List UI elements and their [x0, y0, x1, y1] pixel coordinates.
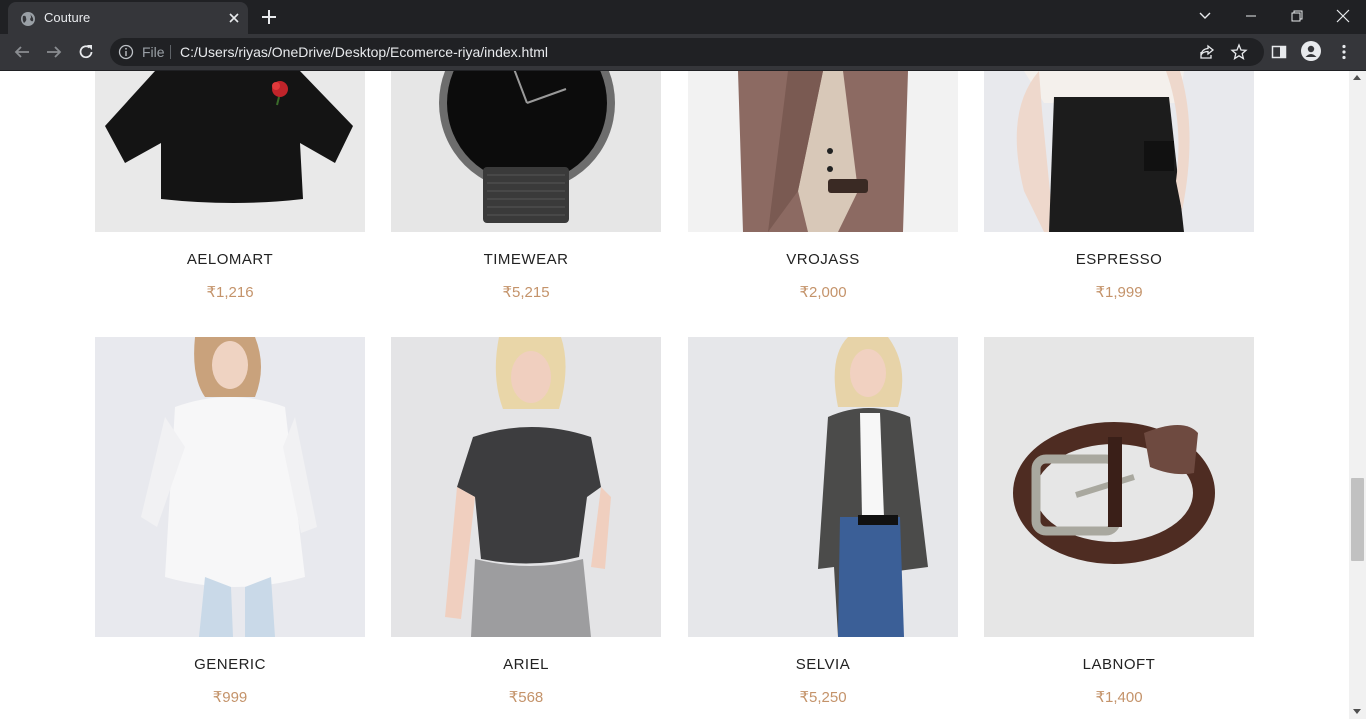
side-panel-button[interactable] [1269, 42, 1289, 62]
restore-button[interactable] [1274, 0, 1320, 32]
product-name[interactable]: VROJASS [688, 251, 958, 268]
product-price: ₹1,999 [1095, 284, 1143, 301]
product-image[interactable] [95, 337, 365, 637]
product-price: ₹568 [508, 689, 544, 706]
globe-icon [21, 12, 35, 26]
minimize-icon [1246, 15, 1256, 17]
kebab-menu-icon [1342, 44, 1346, 60]
black-tshirt-rose-image [95, 71, 365, 232]
product-price: ₹5,215 [502, 284, 550, 301]
close-window-button[interactable] [1320, 0, 1366, 32]
mesh-watch-image [391, 71, 661, 232]
grey-tee-model-image [391, 337, 661, 637]
product-image[interactable] [391, 337, 661, 637]
page-viewport: AELOMART ₹1,216 TIMEWEAR ₹5,215 VROJASS … [0, 71, 1349, 719]
product-image[interactable] [984, 71, 1254, 232]
product-price: ₹5,250 [799, 689, 847, 706]
product-price: ₹1,400 [1095, 689, 1143, 706]
info-icon[interactable] [118, 44, 134, 60]
white-shirt-model-image [95, 337, 365, 637]
product-name[interactable]: LABNOFT [984, 656, 1254, 673]
product-name[interactable]: ARIEL [391, 656, 661, 673]
browser-titlebar: Couture [0, 0, 1366, 34]
avatar-icon [1301, 41, 1321, 61]
product-name[interactable]: AELOMART [95, 251, 365, 268]
product-image[interactable] [984, 337, 1254, 637]
arrow-left-icon [14, 46, 29, 58]
check-blazer-model-image [688, 337, 958, 637]
chevron-down-icon [1199, 12, 1211, 19]
mauve-suit-image [688, 71, 958, 232]
product-name[interactable]: SELVIA [688, 656, 958, 673]
product-price: ₹2,000 [799, 284, 847, 301]
arrow-right-icon [47, 46, 62, 58]
minimize-button[interactable] [1228, 0, 1274, 32]
restore-icon [1291, 10, 1303, 22]
browser-toolbar: File C:/Users/riyas/OneDrive/Desktop/Eco… [0, 34, 1366, 71]
address-bar[interactable]: File C:/Users/riyas/OneDrive/Desktop/Eco… [110, 38, 1264, 66]
url-text[interactable]: C:/Users/riyas/OneDrive/Desktop/Ecomerce… [180, 44, 548, 60]
product-name[interactable]: ESPRESSO [984, 251, 1254, 268]
scroll-down-arrow-icon[interactable] [1353, 709, 1361, 714]
profile-button[interactable] [1301, 41, 1321, 61]
scrollbar-thumb[interactable] [1351, 478, 1364, 561]
address-divider [170, 45, 171, 59]
product-name[interactable]: GENERIC [95, 656, 365, 673]
product-image[interactable] [391, 71, 661, 232]
star-icon[interactable] [1230, 43, 1248, 61]
product-name[interactable]: TIMEWEAR [391, 251, 661, 268]
scroll-up-arrow-icon[interactable] [1353, 75, 1361, 80]
forward-button[interactable] [42, 40, 66, 64]
product-price: ₹999 [212, 689, 248, 706]
leather-belt-image [984, 337, 1254, 637]
back-button[interactable] [10, 40, 34, 64]
product-price: ₹1,216 [206, 284, 254, 301]
reload-button[interactable] [74, 40, 98, 64]
close-window-icon [1336, 9, 1350, 23]
menu-button[interactable] [1334, 42, 1354, 62]
new-tab-icon[interactable] [258, 8, 280, 26]
product-image[interactable] [688, 71, 958, 232]
browser-tab[interactable]: Couture [8, 2, 248, 34]
product-image[interactable] [688, 337, 958, 637]
page-scrollbar[interactable] [1349, 71, 1366, 719]
tab-title: Couture [44, 10, 91, 25]
reload-icon [79, 45, 93, 59]
share-icon[interactable] [1198, 43, 1216, 61]
tab-search-button[interactable] [1182, 0, 1228, 32]
side-panel-icon [1271, 45, 1287, 59]
url-scheme-label: File [142, 44, 165, 60]
close-icon[interactable] [226, 10, 242, 26]
product-image[interactable] [95, 71, 365, 232]
black-cargo-skirt-image [984, 71, 1254, 232]
